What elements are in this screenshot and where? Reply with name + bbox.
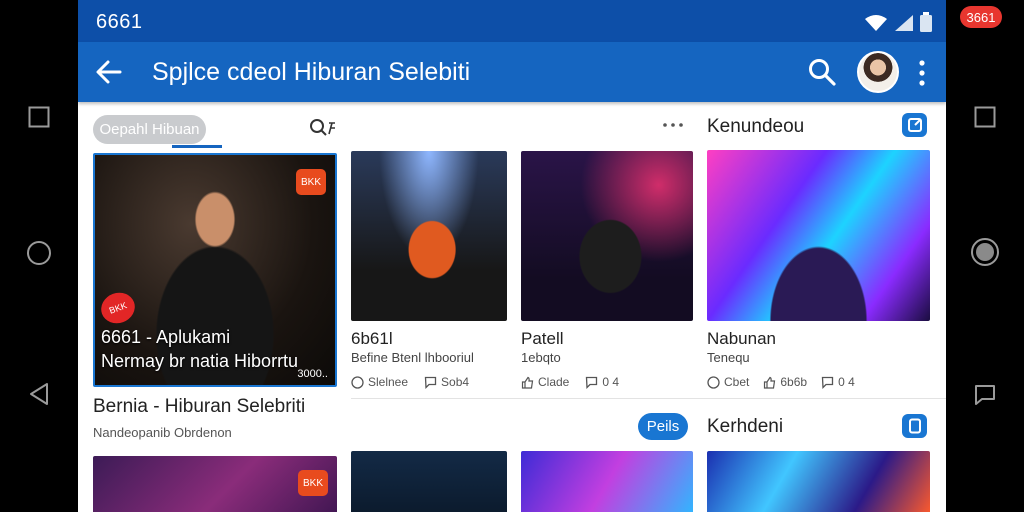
left-system-nav <box>0 0 78 512</box>
filter-icon[interactable] <box>308 117 338 139</box>
featured-count: 3000.. <box>297 368 328 380</box>
featured-overlay-line1: 6661 - Aplukami <box>101 327 231 347</box>
expand-icon <box>907 118 922 132</box>
tab-underline <box>172 145 222 148</box>
card-subtitle-1: Befine Btenl lhbooriul <box>351 350 474 365</box>
featured-subtitle: Nandeopanib Obrdenon <box>93 425 232 440</box>
comment-icon <box>586 376 598 389</box>
right-system-nav: 3661 <box>946 0 1024 512</box>
avatar[interactable] <box>857 51 899 93</box>
featured-card-image[interactable]: BKK BKK 6661 - Aplukami Nermay br natia … <box>93 153 337 387</box>
comment-icon <box>424 376 437 389</box>
card-meta-1: Slelnee Sob4 <box>351 375 469 389</box>
square-nav-icon[interactable] <box>968 100 1002 134</box>
divider <box>351 398 946 399</box>
section-pill-button[interactable]: Peils <box>638 413 688 440</box>
card-meta2-label: 6b6b <box>780 375 808 389</box>
notification-badge: 3661 <box>960 6 1002 28</box>
battery-icon <box>920 12 932 32</box>
featured-badge: BKK <box>296 169 326 195</box>
card-image-1[interactable] <box>351 151 507 321</box>
recent-apps-square-icon[interactable] <box>22 100 56 134</box>
document-icon <box>908 418 921 434</box>
more-horiz-icon[interactable] <box>662 122 684 128</box>
card-title-2[interactable]: Patell <box>521 329 564 349</box>
card-meta1-label: Clade <box>538 375 570 389</box>
back-triangle-icon[interactable] <box>22 377 56 411</box>
home-circle-icon[interactable] <box>22 236 56 270</box>
card-meta-3: Cbet 6b6b 0 4 <box>707 375 855 389</box>
card-image-2[interactable] <box>521 151 693 321</box>
more-vert-icon[interactable] <box>914 58 930 88</box>
card-meta1-label: Cbet <box>724 375 750 389</box>
like-icon <box>521 376 534 389</box>
back-arrow-icon[interactable] <box>92 56 126 88</box>
card-title-1[interactable]: 6b61l <box>351 329 393 349</box>
signal-icon <box>895 15 913 31</box>
section-title-first: Kenundeou <box>707 116 805 137</box>
tab-active[interactable]: Oepahl Hibuan <box>93 115 206 144</box>
clock-icon <box>351 375 364 389</box>
card-meta3-label: 0 4 <box>838 375 855 389</box>
section-action-button[interactable] <box>902 113 927 137</box>
section-title-second: Kerhdeni <box>707 416 784 437</box>
app-bar: Spjlce cdeol Hiburan Selebiti <box>78 42 946 102</box>
card-title-3[interactable]: Nabunan <box>707 329 776 349</box>
status-time: 6661 <box>96 11 143 33</box>
section-action-button-2[interactable] <box>902 414 927 438</box>
card-image-4[interactable]: BKK <box>93 456 337 512</box>
app-screen: 6661 Spjlce cdeol Hiburan Selebiti Oepah… <box>78 0 946 512</box>
status-bar: 6661 <box>78 0 946 42</box>
card-badge: BKK <box>298 470 328 496</box>
home-button-icon[interactable] <box>968 235 1002 269</box>
chat-bubble-icon[interactable] <box>968 378 1002 412</box>
card-image-7[interactable] <box>707 451 930 512</box>
clock-icon <box>707 375 720 389</box>
card-meta1-label: Slelnee <box>368 375 409 389</box>
featured-overlay-line2: Nermay br natia Hiborrtu <box>101 351 299 371</box>
like-icon <box>764 376 776 389</box>
card-subtitle-3: Tenequ <box>707 350 750 365</box>
app-title: Spjlce cdeol Hiburan Selebiti <box>152 58 471 86</box>
featured-title[interactable]: Bernia - Hiburan Selebriti <box>93 396 305 418</box>
card-image-6[interactable] <box>521 451 693 512</box>
status-icons <box>864 12 932 32</box>
featured-badge-round: BKK <box>96 288 140 328</box>
card-meta2-label: 0 4 <box>602 375 620 389</box>
wifi-icon <box>865 15 887 31</box>
comment-icon <box>821 376 834 389</box>
card-meta-2: Clade 0 4 <box>521 375 619 389</box>
card-image-5[interactable] <box>351 451 507 512</box>
card-meta2-label: Sob4 <box>441 375 470 389</box>
card-subtitle-2: 1ebqto <box>521 350 561 365</box>
card-image-3[interactable] <box>707 150 930 321</box>
search-icon[interactable] <box>806 56 838 88</box>
